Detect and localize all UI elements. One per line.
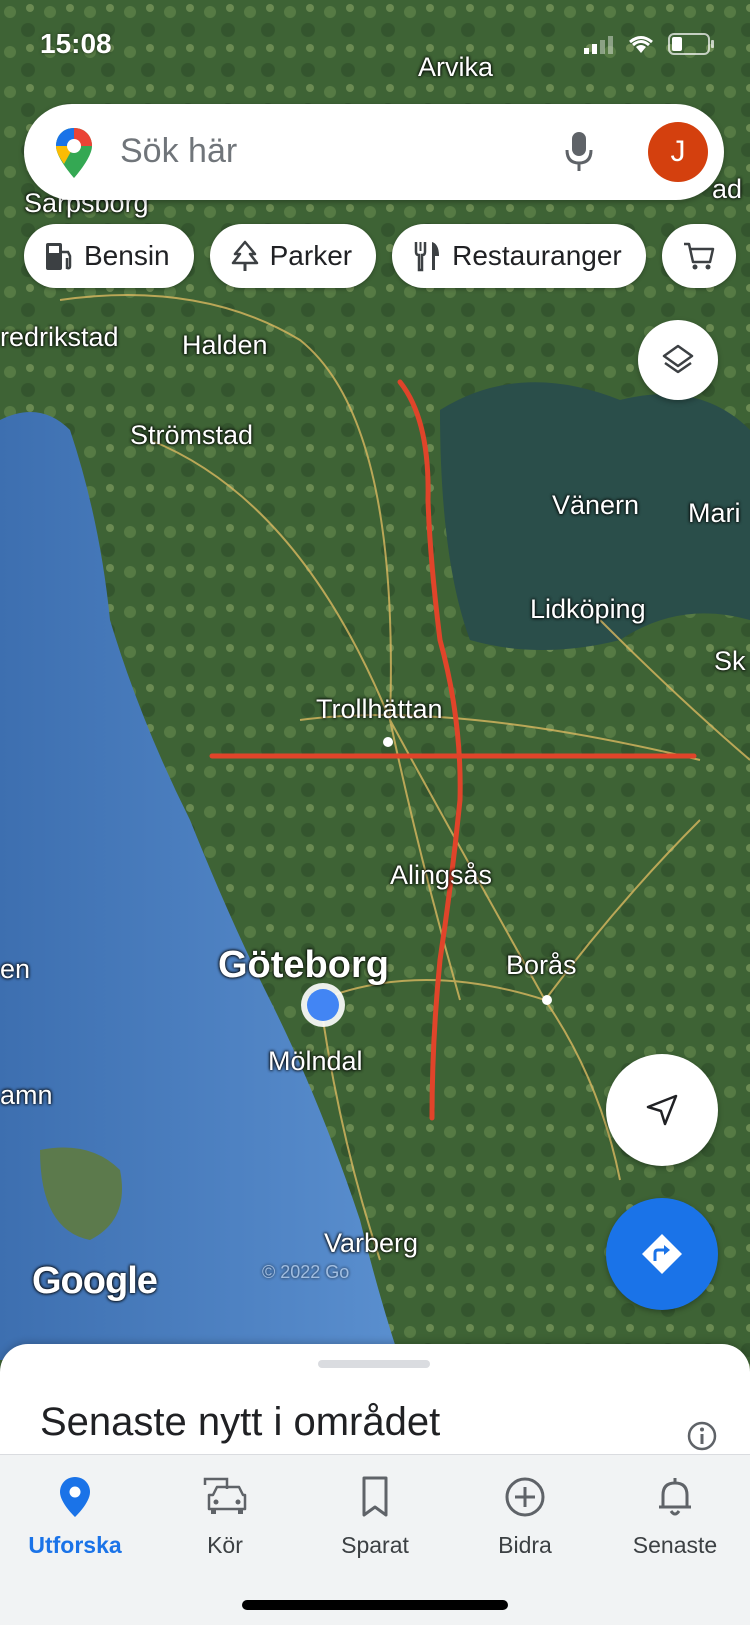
chip-label: Restauranger (452, 240, 622, 271)
map-label: Lidköping (530, 594, 646, 624)
chip-parker[interactable]: Parker (209, 224, 377, 288)
nav-label: Kör (207, 1532, 243, 1558)
map-copyright: © 2022 Go (262, 1262, 350, 1282)
google-logo: Google (32, 1260, 158, 1302)
chip-bensin[interactable]: Bensin (24, 224, 194, 288)
my-location-button[interactable] (606, 1054, 718, 1166)
chip-restauranger[interactable]: Restauranger (392, 224, 646, 288)
category-chips: Bensin Parker Restauranger (24, 224, 736, 288)
sheet-drag-handle[interactable] (318, 1360, 430, 1368)
nav-sparat[interactable]: Sparat (300, 1475, 450, 1559)
nav-utforska[interactable]: Utforska (0, 1475, 150, 1559)
directions-button[interactable] (606, 1198, 718, 1310)
wifi-icon (629, 36, 653, 53)
nav-label: Sparat (341, 1532, 409, 1558)
nav-senaste[interactable]: Senaste (600, 1475, 750, 1559)
nav-bidra[interactable]: Bidra (450, 1475, 600, 1559)
maps-logo-icon (56, 128, 92, 178)
signal-icon (584, 36, 613, 54)
sheet-title: Senaste nytt i området (40, 1400, 441, 1444)
bookmark-icon (362, 1476, 388, 1517)
search-input[interactable]: Sök här (120, 132, 237, 171)
map-label: en (0, 954, 31, 984)
layers-icon (662, 344, 694, 374)
car-icon (203, 1477, 247, 1514)
cart-icon (683, 242, 714, 270)
location-pin-icon (60, 1477, 90, 1517)
nav-label: Utforska (28, 1532, 122, 1558)
chip-label: Parker (269, 240, 353, 271)
chip-label: Bensin (84, 240, 170, 271)
map-label: Varberg (324, 1228, 419, 1258)
chip-shopping[interactable] (661, 224, 736, 288)
nav-label: Bidra (498, 1532, 552, 1558)
map-label: Halden (182, 330, 268, 360)
map-label: Alingsås (390, 860, 493, 890)
status-bar: 15:08 (0, 0, 750, 90)
navigation-arrow-icon (646, 1094, 678, 1126)
status-icons (584, 32, 716, 56)
map-label: amn (0, 1080, 53, 1110)
map-label: ad (712, 174, 743, 204)
nav-label: Senaste (632, 1532, 718, 1558)
map-label: Strömstad (130, 420, 254, 450)
map-label: redrikstad (0, 322, 119, 352)
gas-station-icon (46, 243, 72, 270)
map-label: Borås (506, 950, 577, 980)
search-bar[interactable]: Sök här J (24, 104, 724, 200)
layers-button[interactable] (638, 320, 718, 400)
tree-icon (231, 240, 258, 271)
microphone-icon[interactable] (564, 130, 594, 174)
map-label: Arvika (418, 52, 494, 82)
map-label: Trollhättan (316, 694, 443, 724)
map-label: Mölndal (268, 1046, 363, 1076)
bottom-sheet[interactable]: Senaste nytt i området (0, 1344, 750, 1454)
battery-icon (668, 33, 714, 55)
restaurant-icon (414, 242, 440, 272)
map-label: Sk (714, 646, 746, 676)
map-label: Vänern (552, 490, 640, 520)
status-time: 15:08 (40, 28, 112, 59)
map-label: Mari (688, 498, 741, 528)
nav-kor[interactable]: Kör (150, 1475, 300, 1559)
add-circle-icon (505, 1477, 545, 1517)
info-icon[interactable] (686, 1420, 718, 1452)
avatar[interactable]: J (648, 122, 708, 182)
bell-icon (659, 1478, 691, 1516)
directions-icon (642, 1234, 682, 1274)
map-label: Göteborg (218, 944, 389, 986)
home-indicator[interactable] (242, 1600, 508, 1610)
